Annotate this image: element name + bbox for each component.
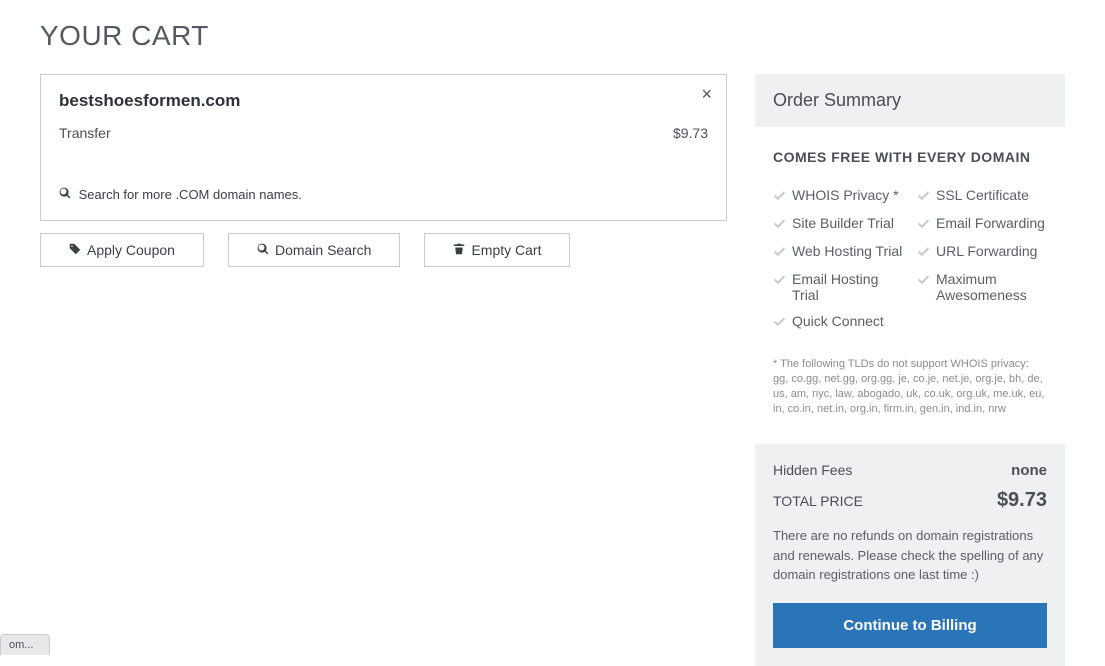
search-icon: [257, 242, 269, 258]
cart-item-line-price: $9.73: [673, 125, 708, 141]
domain-search-label: Domain Search: [275, 242, 372, 258]
cart-item-line-label: Transfer: [59, 125, 111, 141]
check-icon: [917, 187, 930, 205]
hidden-fees-label: Hidden Fees: [773, 462, 852, 478]
empty-cart-button[interactable]: Empty Cart: [424, 233, 570, 267]
check-icon: [917, 215, 930, 233]
check-icon: [773, 243, 786, 261]
free-feature-label: Web Hosting Trial: [792, 243, 902, 259]
close-icon[interactable]: ×: [701, 85, 712, 103]
check-icon: [917, 271, 930, 289]
free-feature-item: Maximum Awesomeness: [917, 271, 1047, 303]
free-feature-item: WHOIS Privacy *: [773, 187, 903, 205]
trash-icon: [453, 242, 465, 258]
free-feature-label: Maximum Awesomeness: [936, 271, 1047, 303]
free-feature-item: Quick Connect: [773, 313, 903, 331]
check-icon: [917, 243, 930, 261]
hidden-fees-value: none: [1011, 462, 1047, 479]
free-feature-label: Site Builder Trial: [792, 215, 894, 231]
free-feature-item: Web Hosting Trial: [773, 243, 903, 261]
cart-item-line: Transfer $9.73: [59, 125, 708, 141]
search-icon: [59, 187, 75, 202]
free-feature-item: Email Forwarding: [917, 215, 1047, 233]
check-icon: [773, 271, 786, 289]
browser-tab-stub[interactable]: om...: [0, 634, 50, 655]
free-feature-label: Quick Connect: [792, 313, 884, 329]
free-feature-label: Email Hosting Trial: [792, 271, 903, 303]
cart-item-domain: bestshoesformen.com: [59, 91, 708, 111]
free-feature-label: SSL Certificate: [936, 187, 1029, 203]
free-feature-item: Site Builder Trial: [773, 215, 903, 233]
check-icon: [773, 215, 786, 233]
free-features-title: COMES FREE WITH EVERY DOMAIN: [773, 149, 1047, 165]
free-feature-item: URL Forwarding: [917, 243, 1047, 261]
whois-footnote: * The following TLDs do not support WHOI…: [773, 357, 1047, 416]
free-feature-label: Email Forwarding: [936, 215, 1045, 231]
order-summary-heading: Order Summary: [755, 74, 1065, 127]
apply-coupon-label: Apply Coupon: [87, 242, 175, 258]
domain-search-button[interactable]: Domain Search: [228, 233, 401, 267]
continue-to-billing-button[interactable]: Continue to Billing: [773, 603, 1047, 648]
free-feature-label: URL Forwarding: [936, 243, 1037, 259]
cart-item: × bestshoesformen.com Transfer $9.73 Sea…: [40, 74, 727, 221]
page-title: YOUR CART: [40, 20, 1065, 52]
search-more-link[interactable]: Search for more .COM domain names.: [59, 187, 708, 202]
free-feature-label: WHOIS Privacy *: [792, 187, 899, 203]
check-icon: [773, 187, 786, 205]
check-icon: [773, 313, 786, 331]
total-price-label: TOTAL PRICE: [773, 493, 863, 509]
search-more-text: Search for more .COM domain names.: [79, 187, 302, 202]
free-feature-item: Email Hosting Trial: [773, 271, 903, 303]
refund-note: There are no refunds on domain registrat…: [773, 526, 1047, 585]
apply-coupon-button[interactable]: Apply Coupon: [40, 233, 204, 267]
total-price-value: $9.73: [997, 489, 1047, 512]
tag-icon: [69, 242, 81, 258]
empty-cart-label: Empty Cart: [471, 242, 541, 258]
free-feature-item: SSL Certificate: [917, 187, 1047, 205]
